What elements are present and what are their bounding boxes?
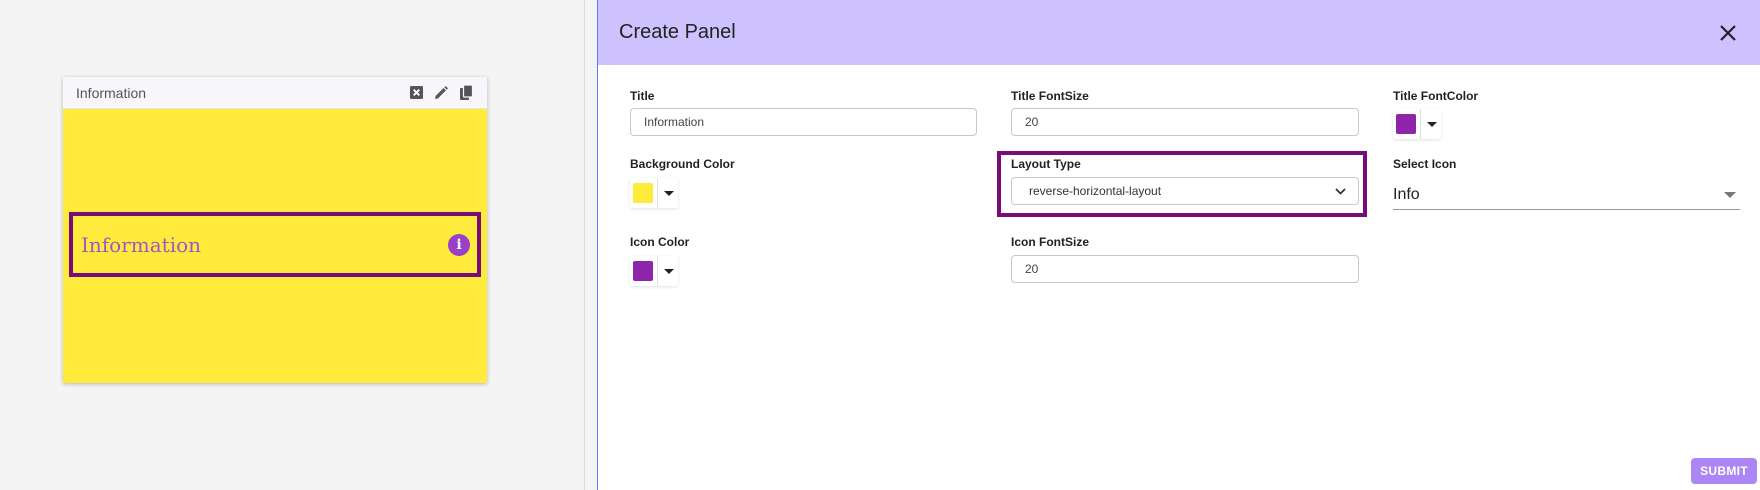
- caret-down-icon: [664, 190, 674, 196]
- select-icon-value: Info: [1393, 185, 1420, 203]
- dialog-title: Create Panel: [619, 21, 736, 43]
- title-fontcolor-picker[interactable]: [1393, 109, 1441, 139]
- create-panel-dialog: Create Panel: [598, 0, 1760, 490]
- picker-divider: [1420, 109, 1421, 139]
- icon-color-swatch: [633, 261, 653, 281]
- caret-down-icon: [1427, 121, 1437, 127]
- copy-icon[interactable]: [458, 85, 474, 101]
- icon-fontsize-label: Icon FontSize: [1011, 235, 1089, 249]
- panel-card-actions: [408, 85, 474, 101]
- icon-fontsize-value: 20: [1025, 262, 1039, 276]
- select-icon-dropdown[interactable]: Info: [1393, 180, 1740, 210]
- title-input[interactable]: Information: [630, 108, 977, 136]
- dialog-header: Create Panel: [598, 0, 1760, 65]
- caret-down-icon: [664, 268, 674, 274]
- close-icon[interactable]: [1716, 21, 1740, 45]
- background-color-swatch: [633, 183, 653, 203]
- panel-card-header: Information: [63, 77, 487, 109]
- layout-type-select[interactable]: reverse-horizontal-layout: [1011, 177, 1359, 205]
- picker-divider: [657, 178, 658, 208]
- title-fontcolor-swatch: [1396, 114, 1416, 134]
- title-fontcolor-label: Title FontColor: [1393, 89, 1479, 103]
- info-icon: i: [448, 233, 470, 256]
- caret-down-icon: [1724, 191, 1736, 198]
- chevron-down-icon: [1335, 187, 1346, 195]
- close-box-icon[interactable]: [408, 85, 424, 101]
- icon-color-label: Icon Color: [630, 235, 690, 249]
- title-fontsize-input[interactable]: 20: [1011, 108, 1359, 136]
- select-icon-label: Select Icon: [1393, 157, 1457, 171]
- submit-button[interactable]: SUBMIT: [1691, 458, 1757, 484]
- panel-body-title: Information: [81, 232, 202, 257]
- panel-preview-card: Information Information i: [63, 77, 487, 383]
- title-input-value: Information: [644, 115, 705, 129]
- splitter-handle[interactable]: [584, 0, 599, 490]
- title-fontsize-value: 20: [1025, 115, 1039, 129]
- pencil-icon[interactable]: [433, 85, 449, 101]
- layout-type-label: Layout Type: [1011, 157, 1081, 171]
- icon-fontsize-input[interactable]: 20: [1011, 255, 1359, 283]
- layout-type-value: reverse-horizontal-layout: [1029, 184, 1162, 198]
- title-label: Title: [630, 89, 655, 103]
- preview-area: Information Information i: [0, 0, 584, 490]
- panel-body-row: Information i: [69, 212, 481, 277]
- title-fontsize-label: Title FontSize: [1011, 89, 1089, 103]
- panel-card-title: Information: [76, 84, 147, 101]
- background-color-label: Background Color: [630, 157, 735, 171]
- icon-color-picker[interactable]: [630, 256, 678, 286]
- background-color-picker[interactable]: [630, 178, 678, 208]
- picker-divider: [657, 256, 658, 286]
